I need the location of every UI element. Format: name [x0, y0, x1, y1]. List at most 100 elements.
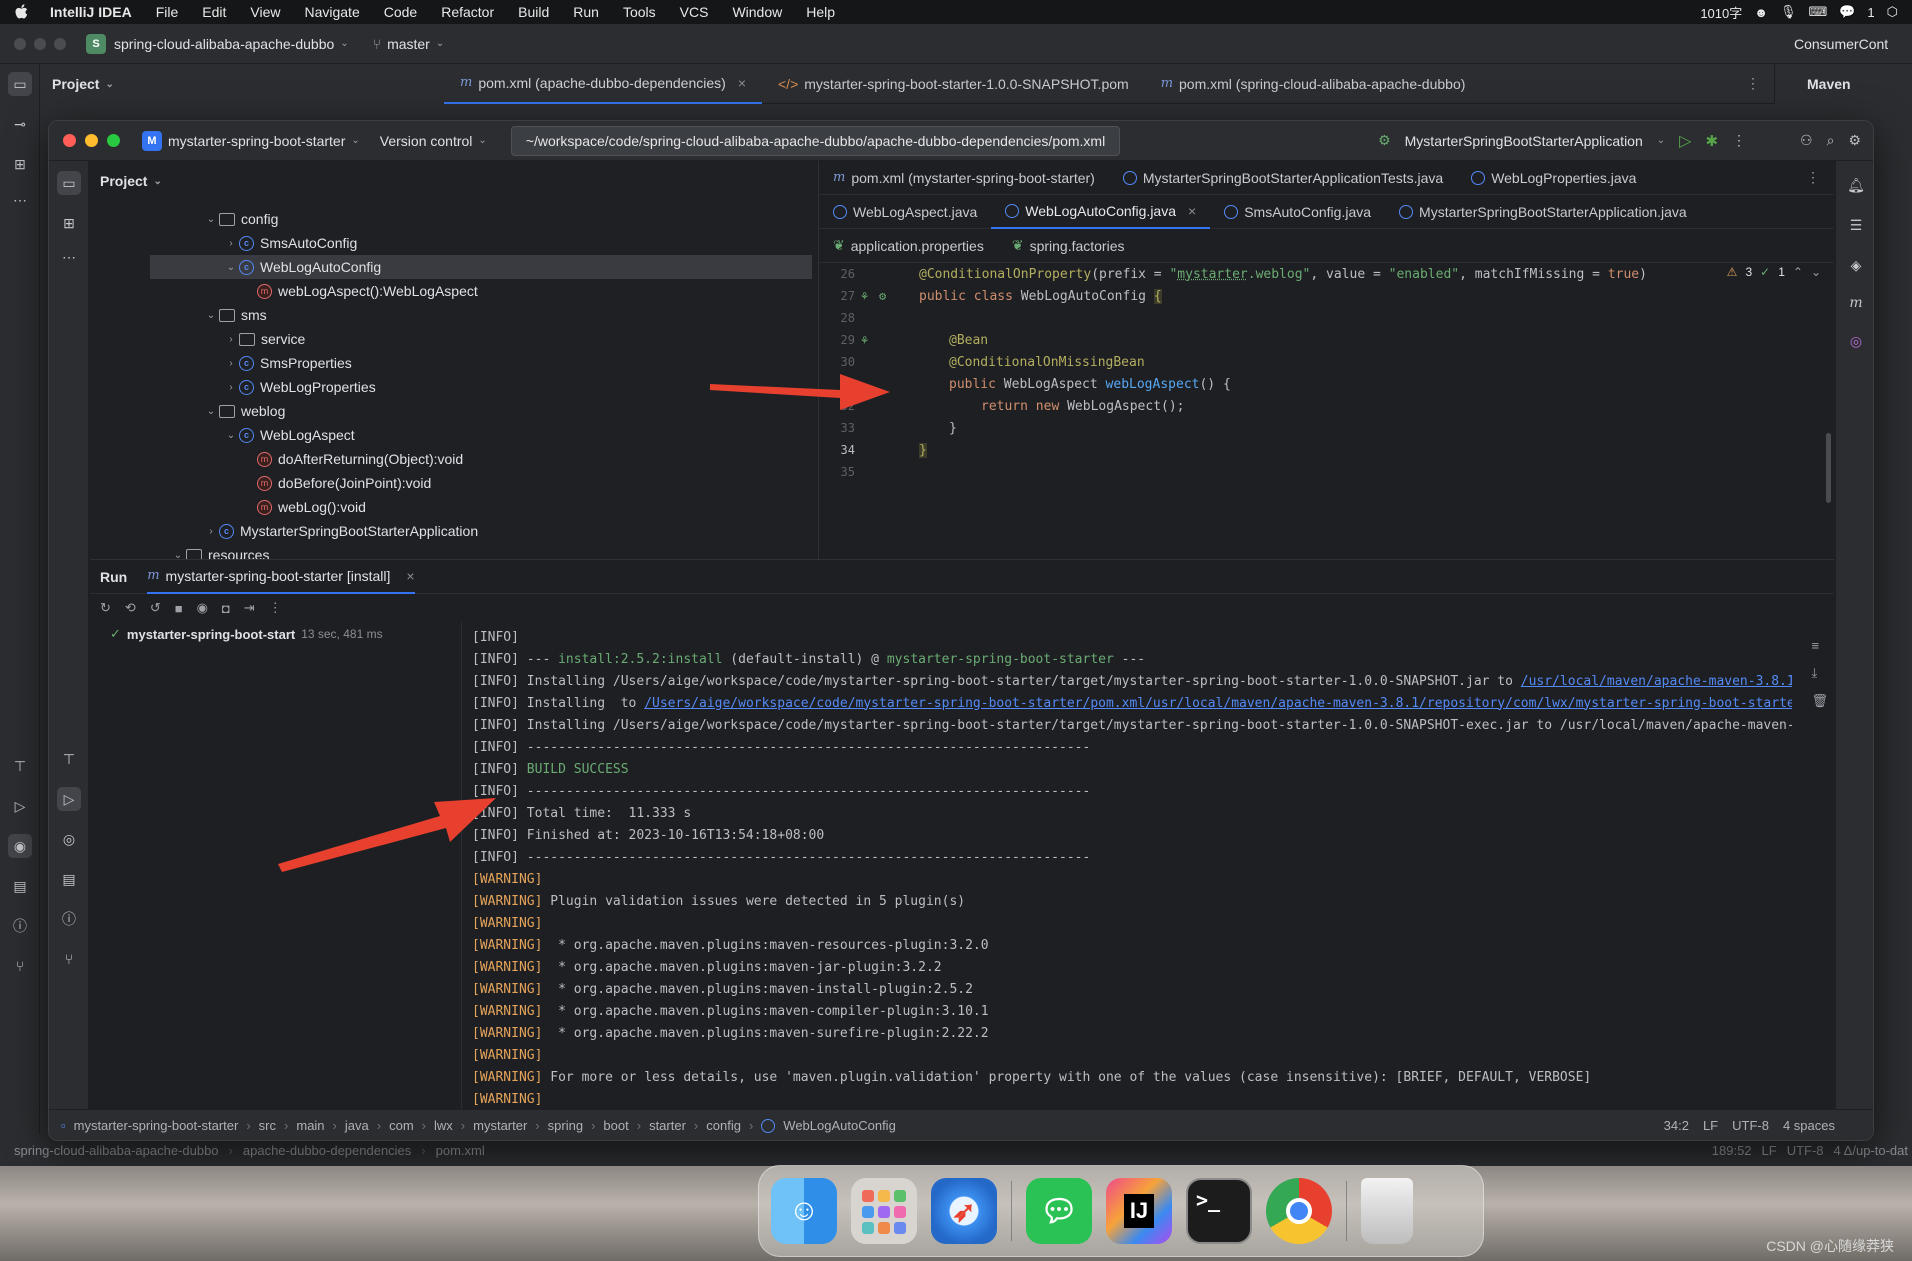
run-tab[interactable]: m mystarter-spring-boot-starter [install…: [147, 560, 415, 594]
run-icon[interactable]: ▷: [8, 794, 32, 818]
run-icon[interactable]: ▷: [1679, 131, 1691, 151]
editor-tab[interactable]: SmsAutoConfig.java: [1210, 195, 1385, 229]
status-line-sep[interactable]: LF: [1703, 1118, 1718, 1133]
menu-file[interactable]: File: [156, 4, 179, 20]
project-panel-header[interactable]: Project ⌄: [90, 161, 817, 201]
console-link[interactable]: /Users/aige/workspace/code/mystarter-spr…: [644, 696, 1145, 711]
breadcrumb-item[interactable]: mystarter-spring-boot-starter: [74, 1118, 239, 1133]
wechat-icon[interactable]: 💬︎: [1026, 1178, 1092, 1244]
status-path-item[interactable]: pom.xml: [436, 1143, 485, 1158]
close-window-button[interactable]: [63, 134, 76, 147]
menu-tools[interactable]: Tools: [623, 4, 656, 20]
chevron-down-icon[interactable]: ⌄: [203, 214, 219, 225]
menu-refactor[interactable]: Refactor: [441, 4, 494, 20]
run-config-name[interactable]: MystarterSpringBootStarterApplication: [1405, 133, 1643, 149]
menu-window[interactable]: Window: [732, 4, 782, 20]
tree-class-smsproperties[interactable]: › c SmsProperties: [223, 351, 351, 375]
tree-method-weblog[interactable]: m webLog():void: [257, 495, 366, 519]
gradle-icon[interactable]: ◈: [1844, 253, 1868, 277]
tree-class-weblogaspect[interactable]: ⌄ c WebLogAspect: [223, 423, 355, 447]
console-link[interactable]: /usr/local/maven/apache-maven-3.8.1/repo…: [1521, 674, 1792, 689]
chevron-right-icon[interactable]: ›: [223, 358, 239, 369]
cube-icon[interactable]: ⬡: [1887, 4, 1898, 20]
chevron-down-icon[interactable]: ⌄: [203, 310, 219, 321]
editor-tab[interactable]: MystarterSpringBootStarterApplication.ja…: [1385, 195, 1701, 229]
more-vertical-icon[interactable]: ⋮: [269, 600, 282, 616]
run-icon[interactable]: ▷: [57, 787, 81, 811]
tree-folder-service[interactable]: › service: [223, 327, 305, 351]
terminal-icon[interactable]: ▤: [8, 874, 32, 898]
scroll-to-end-icon[interactable]: ⤓: [1811, 665, 1828, 681]
background-tab[interactable]: </> mystarter-spring-boot-starter-1.0.0-S…: [762, 64, 1145, 104]
version-control-menu[interactable]: Version control ⌄: [380, 133, 487, 149]
minimize-window-button[interactable]: [85, 134, 98, 147]
breadcrumb-item[interactable]: boot: [603, 1118, 628, 1133]
maximize-window-button[interactable]: [107, 134, 120, 147]
build-icon[interactable]: ⊤: [8, 754, 32, 778]
menu-help[interactable]: Help: [806, 4, 835, 20]
git-icon[interactable]: ⑂: [57, 947, 81, 971]
stop-icon[interactable]: ■: [175, 601, 183, 616]
spring-bean-gutter-icon[interactable]: ⚘: [861, 289, 868, 303]
chevron-down-icon[interactable]: ⌄: [203, 406, 219, 417]
breadcrumb-item[interactable]: starter: [649, 1118, 686, 1133]
breadcrumb-item[interactable]: config: [706, 1118, 741, 1133]
tree-folder-config[interactable]: ⌄ config: [203, 207, 279, 231]
ai-assistant-icon[interactable]: ◎: [1844, 329, 1868, 353]
status-indent[interactable]: 4 spaces: [1783, 1118, 1835, 1133]
trash-icon[interactable]: 🗑︎: [1811, 693, 1828, 709]
background-project-header[interactable]: Project ⌄: [40, 64, 444, 104]
spring-bean-gutter-icon[interactable]: ⚘: [861, 333, 868, 347]
status-line-sep[interactable]: LF: [1762, 1143, 1777, 1158]
tree-class-smsautoconfig[interactable]: › c SmsAutoConfig: [223, 231, 357, 255]
console-output[interactable]: [INFO] [INFO] --- install:2.5.2:install (…: [472, 622, 1792, 1110]
status-path-item[interactable]: spring-cloud-alibaba-apache-dubbo: [14, 1143, 219, 1158]
add-user-icon[interactable]: ⚇: [1800, 132, 1813, 149]
breadcrumb-item[interactable]: mystarter: [473, 1118, 527, 1133]
chevron-down-icon[interactable]: ⌄: [223, 262, 239, 273]
menu-navigate[interactable]: Navigate: [304, 4, 359, 20]
editor-tab-active[interactable]: WebLogAutoConfig.java ×: [991, 195, 1211, 229]
tree-class-weblogautoconfig[interactable]: ⌄ c WebLogAutoConfig: [150, 255, 812, 279]
status-position[interactable]: 189:52: [1712, 1143, 1752, 1158]
code-area[interactable]: ⚠ 3 ✓ 1 ⌃ ⌄ 26 @ConditionalOnProperty(prefix…: [819, 263, 1835, 559]
menu-run[interactable]: Run: [573, 4, 599, 20]
notifications-bell-icon[interactable]: 🔔︎: [1844, 173, 1868, 197]
git-icon[interactable]: ⑂: [8, 954, 32, 978]
close-dot[interactable]: [14, 37, 26, 50]
breadcrumb-item[interactable]: main: [296, 1118, 324, 1133]
branch-name[interactable]: master: [387, 36, 430, 52]
database-icon[interactable]: ☰: [1844, 213, 1868, 237]
chrome-icon[interactable]: [1266, 1178, 1332, 1244]
close-icon[interactable]: ×: [738, 75, 746, 91]
close-icon[interactable]: ×: [406, 568, 414, 584]
input-method-icon[interactable]: ⌨: [1808, 4, 1827, 20]
tree-method-doafterreturning[interactable]: m doAfterReturning(Object):void: [257, 447, 463, 471]
more-vertical-icon[interactable]: ⋮: [1806, 169, 1820, 186]
menu-build[interactable]: Build: [518, 4, 549, 20]
camera-icon[interactable]: ◘: [222, 601, 230, 616]
minimize-dot[interactable]: [34, 37, 46, 50]
chevron-right-icon[interactable]: ›: [223, 334, 239, 345]
tree-folder-sms[interactable]: ⌄ sms: [203, 303, 267, 327]
status-position[interactable]: 34:2: [1664, 1118, 1689, 1133]
search-icon[interactable]: ⌕: [1827, 132, 1835, 149]
background-tab[interactable]: m pom.xml (spring-cloud-alibaba-apache-du…: [1145, 64, 1482, 104]
word-count-status[interactable]: 1010字: [1700, 3, 1742, 22]
rerun-failed-icon[interactable]: ⟲: [125, 600, 136, 616]
editor-tab[interactable]: ❦ spring.factories: [998, 229, 1139, 263]
rerun-icon[interactable]: ↻: [100, 600, 111, 616]
project-switcher[interactable]: M mystarter-spring-boot-starter ⌄: [142, 130, 360, 151]
finder-icon[interactable]: ☺: [771, 1178, 837, 1244]
editor-tab[interactable]: WebLogProperties.java: [1457, 161, 1650, 195]
services-icon[interactable]: ◉: [8, 834, 32, 858]
more-icon[interactable]: ⋯: [8, 188, 32, 212]
tree-class-weblogproperties[interactable]: › c WebLogProperties: [223, 375, 375, 399]
background-tab[interactable]: m pom.xml (apache-dubbo-dependencies) ×: [444, 64, 762, 104]
editor-tab[interactable]: MystarterSpringBootStarterApplicationTes…: [1109, 161, 1457, 195]
terminal-icon[interactable]: >_: [1186, 1178, 1252, 1244]
project-folder-icon[interactable]: ▭: [57, 171, 81, 195]
tree-method-dobefore[interactable]: m doBefore(JoinPoint):void: [257, 471, 431, 495]
launchpad-icon[interactable]: [851, 1178, 917, 1244]
chevron-down-icon[interactable]: ⌄: [223, 430, 239, 441]
